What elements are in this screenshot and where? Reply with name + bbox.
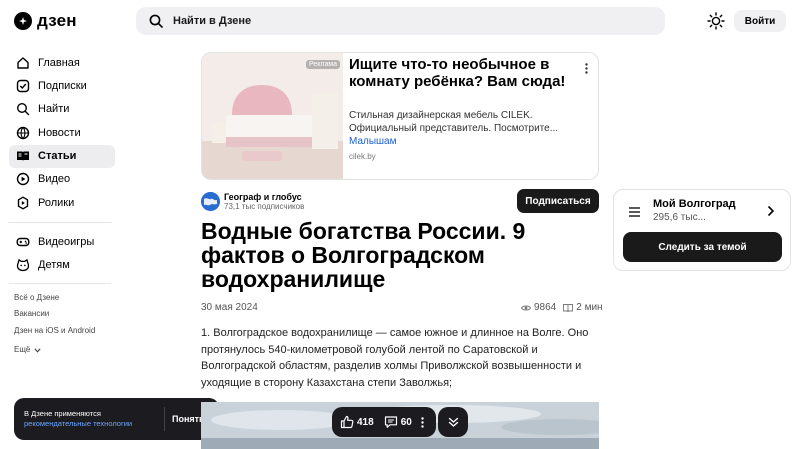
views-count: 9864 <box>534 302 557 313</box>
comment-icon <box>384 416 397 428</box>
article-title: Водные богатства России. 9 фактов о Волг… <box>201 218 526 292</box>
sidebar-item-articles[interactable]: Статьи <box>9 144 115 168</box>
search-icon <box>149 14 163 28</box>
sidebar-item-subscriptions[interactable]: Подписки <box>9 74 115 97</box>
sidebar-divider <box>9 222 111 223</box>
more-label: Ещё <box>14 345 31 355</box>
article-action-bar: 418 60 <box>332 407 436 437</box>
cookie-message: В Дзене применяются <box>24 409 101 418</box>
author-subscribers: 73,1 тыс подписчиков <box>224 202 305 211</box>
sidebar-item-label: Главная <box>38 56 80 69</box>
sidebar-footer-links: Всё о Дзене Вакансии Дзен на iOS и Andro… <box>14 293 95 358</box>
bed-illustration <box>202 53 343 179</box>
more-vertical-icon[interactable] <box>421 416 424 428</box>
sidebar-item-label: Новости <box>38 126 81 139</box>
topic-name[interactable]: Мой Волгоград <box>653 198 736 210</box>
topic-count: 295,6 тыс... <box>653 212 706 223</box>
footer-more-button[interactable]: Ещё <box>14 342 95 358</box>
comments-button[interactable]: 60 <box>384 415 412 429</box>
author-avatar[interactable] <box>201 192 220 211</box>
read-time-book-icon <box>563 303 574 312</box>
cookie-banner: В Дзене применяются рекомендательные тех… <box>14 398 219 440</box>
dzen-logo-icon <box>14 12 32 30</box>
sidebar-item-label: Статьи <box>38 150 77 163</box>
search-icon <box>16 103 30 116</box>
sidebar-item-video[interactable]: Видео <box>9 168 115 191</box>
search-bar[interactable] <box>136 7 665 35</box>
cookie-tech-link[interactable]: рекомендательные технологии <box>24 419 164 429</box>
article-stats: 9864 2 мин <box>521 302 603 313</box>
footer-link-jobs[interactable]: Вакансии <box>14 309 95 325</box>
sidebar-divider <box>9 283 111 284</box>
home-icon <box>17 56 29 69</box>
ad-description: Стильная дизайнерская мебель CILEK. Офиц… <box>349 110 559 134</box>
theme-toggle-sun-icon[interactable] <box>707 12 725 30</box>
gamepad-icon <box>16 237 30 246</box>
comments-count: 60 <box>400 416 412 428</box>
author-name[interactable]: Географ и глобус <box>224 192 302 202</box>
sidebar-item-label: Видео <box>38 173 71 186</box>
eye-icon <box>521 305 531 310</box>
sidebar-item-label: Подписки <box>38 79 87 92</box>
search-input[interactable] <box>173 15 573 27</box>
like-button[interactable]: 418 <box>340 415 374 429</box>
login-button[interactable]: Войти <box>734 10 786 32</box>
footer-link-about[interactable]: Всё о Дзене <box>14 293 95 309</box>
article-paragraph: 1. Волгоградское водохранилище — самое ю… <box>201 327 589 389</box>
articles-icon <box>17 151 29 162</box>
thumbs-up-icon <box>340 415 354 429</box>
sidebar-item-label: Видеоигры <box>38 235 95 248</box>
article-date: 30 мая 2024 <box>201 302 258 313</box>
double-chevron-down-icon <box>448 417 458 427</box>
more-vertical-icon[interactable] <box>585 63 588 74</box>
globe-avatar-icon <box>201 192 220 211</box>
scroll-next-button[interactable] <box>438 407 468 437</box>
sidebar-item-label: Детям <box>38 258 70 271</box>
logo-text: дзен <box>37 11 77 30</box>
likes-count: 418 <box>357 416 374 428</box>
footer-link-apps[interactable]: Дзен на iOS и Android <box>14 326 95 342</box>
subscribe-button[interactable]: Подписаться <box>517 189 599 213</box>
ad-domain: cilek.by <box>349 152 376 161</box>
read-time: 2 мин <box>576 302 603 313</box>
sidebar-item-find[interactable]: Найти <box>9 98 115 121</box>
menu-icon <box>629 207 640 217</box>
ad-title[interactable]: Ищите что-то необычное в комнату ребёнка… <box>349 56 569 90</box>
ad-card[interactable]: Реклама Ищите что-то необычное в комнату… <box>201 52 599 180</box>
kids-icon <box>16 259 30 272</box>
news-icon <box>16 126 30 139</box>
chevron-down-icon <box>34 347 41 353</box>
ad-link[interactable]: Малышам <box>349 136 397 147</box>
chevron-right-icon[interactable] <box>767 205 775 217</box>
topic-card: Мой Волгоград 295,6 тыс... Следить за те… <box>613 189 791 271</box>
sidebar-nav-secondary: Видеоигры Детям <box>9 230 115 277</box>
video-icon <box>16 173 30 186</box>
ad-image[interactable]: Реклама <box>202 53 343 179</box>
sidebar-item-label: Ролики <box>38 196 75 209</box>
follow-topic-button[interactable]: Следить за темой <box>623 232 782 262</box>
shorts-icon <box>17 196 29 210</box>
dzen-logo[interactable]: дзен <box>14 11 77 31</box>
sidebar-item-label: Найти <box>38 103 70 116</box>
sidebar-item-home[interactable]: Главная <box>9 51 115 74</box>
subscriptions-icon <box>16 79 30 93</box>
ad-label: Реклама <box>306 60 341 69</box>
cookie-text: В Дзене применяются рекомендательные тех… <box>14 409 164 429</box>
sidebar-item-kids[interactable]: Детям <box>9 253 115 276</box>
sidebar-item-news[interactable]: Новости <box>9 121 115 144</box>
sidebar-item-shorts[interactable]: Ролики <box>9 191 115 214</box>
sidebar-nav: Главная Подписки Найти Новости Статьи Ви… <box>9 51 115 215</box>
sidebar-item-videogames[interactable]: Видеоигры <box>9 230 115 253</box>
